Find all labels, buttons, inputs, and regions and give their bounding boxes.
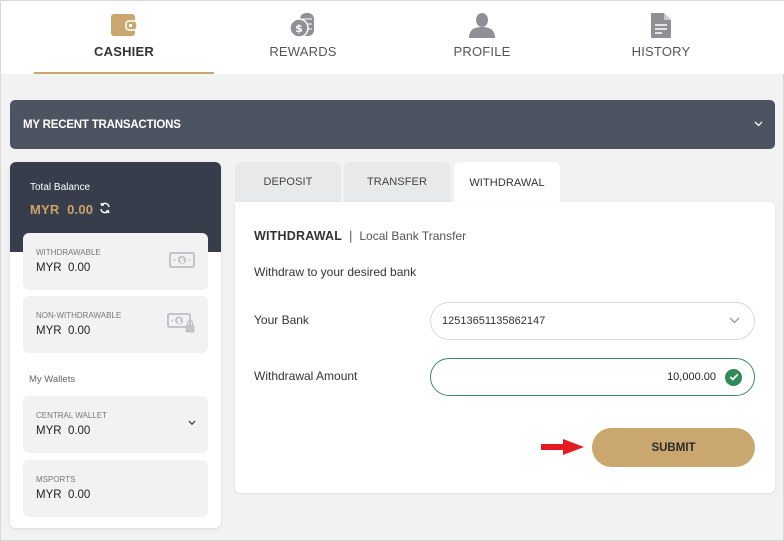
nav-item-profile[interactable]: PROFILE [392,1,572,74]
non-withdrawable-label: NON-WITHDRAWABLE [36,311,122,320]
nav-label: HISTORY [631,44,691,59]
cash-lock-icon: $ [167,313,195,338]
total-balance-value-row: MYR 0.00 [30,202,111,217]
recent-transactions-toggle[interactable]: MY RECENT TRANSACTIONS [10,100,775,149]
refresh-icon[interactable] [99,202,111,217]
withdrawable-value: MYR 0.00 [36,262,91,274]
msports-wallet-value: MYR 0.00 [36,489,91,501]
svg-text:$: $ [295,22,303,35]
chevron-down-icon [729,316,740,327]
recent-transactions-title: MY RECENT TRANSACTIONS [23,118,181,131]
non-withdrawable-value: MYR 0.00 [36,325,91,337]
chevron-down-icon [754,119,763,130]
nav-item-cashier[interactable]: CASHIER [34,1,214,74]
total-balance-label: Total Balance [30,182,91,193]
submit-button[interactable]: SUBMIT [592,428,755,467]
withdrawal-form: WITHDRAWAL | Local Bank Transfer Withdra… [235,202,775,493]
bank-label: Your Bank [254,313,309,327]
arrow-right-icon [541,439,585,460]
central-wallet-card[interactable]: CENTRAL WALLET MYR 0.00 [23,396,208,453]
withdrawal-amount-input[interactable] [496,371,716,383]
form-title-main: WITHDRAWAL [254,229,343,243]
nav-label: PROFILE [453,44,511,59]
form-title-subtitle: Local Bank Transfer [359,229,467,243]
central-wallet-value: MYR 0.00 [36,425,91,437]
nav-item-rewards[interactable]: $ REWARDS [213,1,393,74]
tab-withdrawal[interactable]: WITHDRAWAL [454,162,560,203]
form-description: Withdraw to your desired bank [254,265,417,279]
withdrawal-amount-label: Withdrawal Amount [254,369,358,383]
non-withdrawable-card: NON-WITHDRAWABLE MYR 0.00 $ [23,296,208,353]
top-navigation: CASHIER $ REWARDS PROFILE HISTORY [1,1,784,74]
bank-select-value: 12513651135862147 [442,315,546,327]
withdrawable-label: WITHDRAWABLE [36,248,101,257]
user-icon [467,11,497,39]
coins-icon: $ [288,11,318,39]
form-title-separator: | [349,229,353,243]
nav-label: REWARDS [269,44,337,59]
form-title: WITHDRAWAL | Local Bank Transfer [254,229,466,243]
svg-text:$: $ [180,257,185,265]
check-circle-icon [725,368,742,386]
central-wallet-label: CENTRAL WALLET [36,411,107,420]
nav-label: CASHIER [94,44,154,59]
msports-wallet-label: MSPORTS [36,475,76,484]
wallet-icon [109,11,139,39]
bank-select[interactable]: 12513651135862147 [430,302,755,340]
chevron-down-icon[interactable] [188,418,196,428]
tab-transfer[interactable]: TRANSFER [344,162,450,202]
withdrawable-card: WITHDRAWABLE MYR 0.00 $ [23,233,208,290]
svg-text:$: $ [177,318,182,326]
my-wallets-title: My Wallets [29,374,76,385]
total-balance-value: MYR 0.00 [30,202,94,217]
withdrawal-amount-field[interactable] [430,358,755,396]
tab-deposit[interactable]: DEPOSIT [235,162,341,202]
cash-icon: $ [169,252,195,273]
nav-item-history[interactable]: HISTORY [571,1,751,74]
msports-wallet-card: MSPORTS MYR 0.00 [23,460,208,517]
balance-panel: Total Balance MYR 0.00 WITHDRAWABLE MYR … [10,162,221,528]
document-icon [646,11,676,39]
